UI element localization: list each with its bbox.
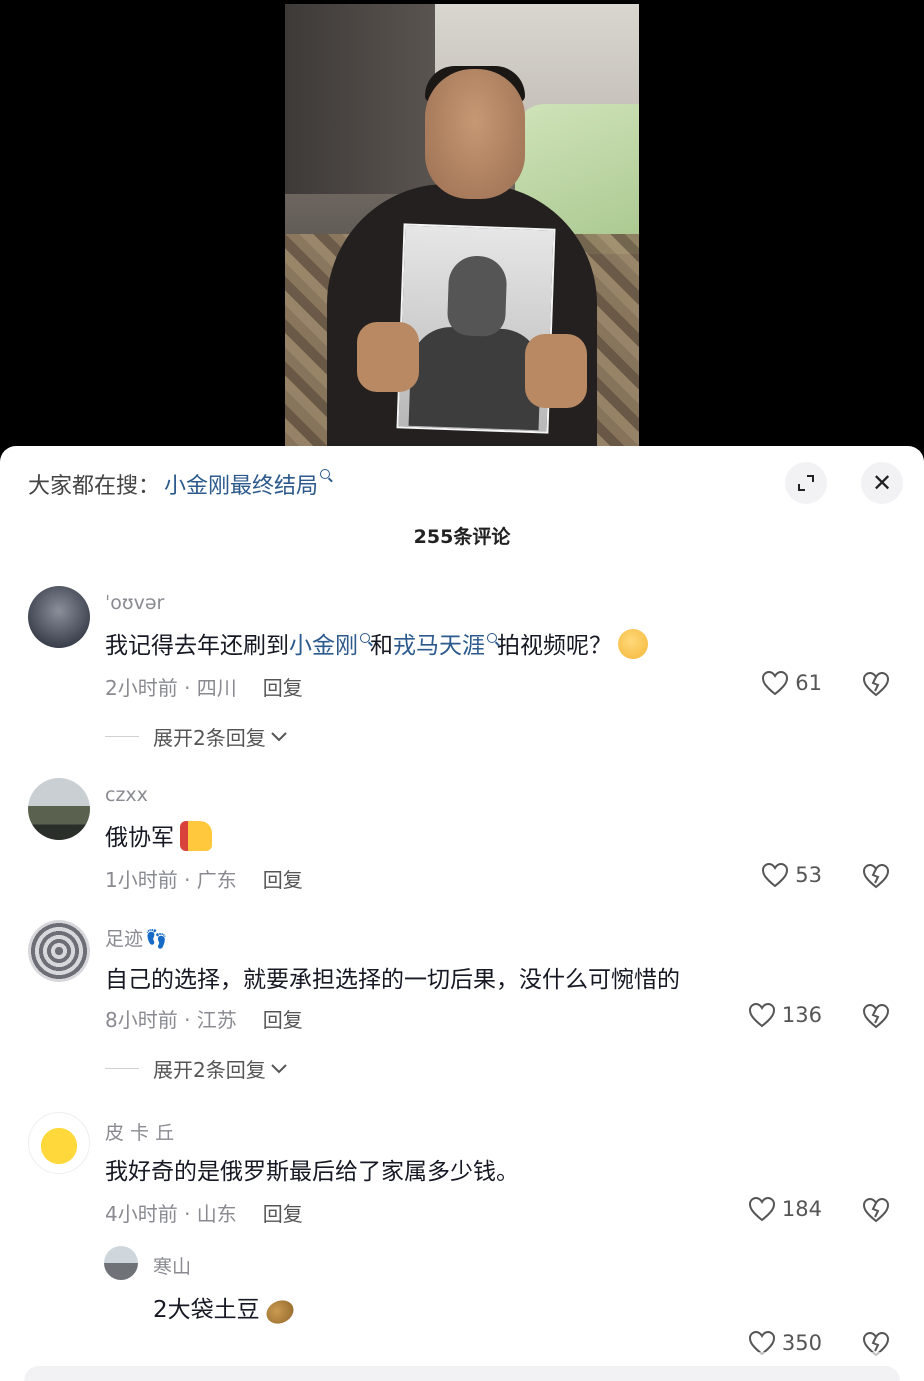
dislike-icon[interactable]	[862, 862, 890, 890]
expand-replies-button[interactable]: 展开2条回复	[105, 722, 288, 751]
close-button[interactable]: ✕	[861, 462, 903, 504]
video-player[interactable]	[0, 0, 924, 460]
expand-replies-button[interactable]: 展开2条回复	[105, 1054, 288, 1083]
comment-meta: 1小时前 · 广东 回复	[105, 868, 303, 892]
avatar[interactable]	[104, 1246, 138, 1280]
footprints-emoji-icon: 👣	[145, 929, 168, 950]
comment-input-bar[interactable]	[24, 1366, 900, 1381]
comment-text: 我好奇的是俄罗斯最后给了家属多少钱。	[105, 1159, 519, 1185]
comment-meta: 8小时前 · 江苏 回复	[105, 1008, 303, 1032]
topic-link[interactable]: 小金刚	[289, 633, 358, 659]
avatar[interactable]	[28, 920, 90, 982]
like-button[interactable]: 184	[748, 1196, 822, 1222]
comment-meta: 4小时前 · 山东 回复	[105, 1202, 303, 1226]
like-button[interactable]: 136	[748, 1002, 822, 1028]
expand-icon	[798, 475, 814, 491]
search-icon	[360, 633, 370, 643]
topic-link[interactable]: 戎马天涯	[393, 633, 485, 659]
like-count: 184	[781, 1197, 822, 1221]
chevron-down-icon	[271, 731, 287, 741]
heart-icon	[762, 862, 789, 888]
reply-button[interactable]: 回复	[263, 1008, 303, 1032]
comment-username[interactable]: ˈoʊvər	[105, 592, 164, 614]
dislike-icon[interactable]	[862, 1002, 890, 1030]
comment-count: 255条评论	[413, 526, 511, 548]
like-count: 61	[795, 671, 822, 695]
heart-icon	[748, 1002, 775, 1028]
heart-icon	[762, 670, 789, 696]
search-suggestion-link[interactable]: 小金刚最终结局	[164, 468, 318, 500]
reply-username[interactable]: 寒山	[153, 1252, 191, 1279]
dislike-icon[interactable]	[862, 670, 890, 698]
like-count: 53	[795, 863, 822, 887]
video-thumbnail	[285, 4, 639, 446]
comment-meta: 2小时前 · 四川 回复	[105, 676, 303, 700]
chevron-down-icon	[271, 1063, 287, 1073]
reply-button[interactable]: 回复	[263, 1202, 303, 1226]
reply-text: 2大袋土豆	[153, 1290, 297, 1328]
like-count: 136	[781, 1003, 822, 1027]
divider	[105, 1068, 139, 1069]
reply-button[interactable]: 回复	[263, 868, 303, 892]
comment-text: 俄协军	[105, 818, 212, 852]
smirk-emoji-icon	[618, 629, 648, 659]
search-icon	[487, 633, 497, 643]
close-icon: ✕	[871, 469, 893, 497]
thumbs-up-emoji-icon	[180, 821, 212, 851]
avatar[interactable]	[28, 1112, 90, 1174]
reply-button[interactable]: 回复	[263, 676, 303, 700]
avatar[interactable]	[28, 778, 90, 840]
like-button[interactable]: 61	[761, 670, 822, 696]
like-button[interactable]: 53	[761, 862, 822, 888]
search-icon	[320, 469, 331, 479]
heart-icon	[748, 1196, 775, 1222]
comment-username[interactable]: 皮 卡 丘	[105, 1118, 174, 1145]
comment-username[interactable]: 足迹 👣	[105, 924, 167, 951]
comment-text: 自己的选择，就要承担选择的一切后果，没什么可惋惜的	[105, 967, 680, 993]
comment-username[interactable]: czxx	[105, 784, 148, 806]
potato-emoji-icon	[262, 1296, 297, 1328]
avatar[interactable]	[28, 586, 90, 648]
search-suggestion-prefix: 大家都在搜：	[28, 474, 161, 499]
dislike-icon[interactable]	[862, 1196, 890, 1224]
search-suggestion[interactable]: 大家都在搜： 小金刚最终结局	[28, 468, 331, 500]
comment-sheet: 大家都在搜： 小金刚最终结局 ✕ 255条评论 ˈoʊvər 我记得去年还刷到小…	[0, 446, 924, 1381]
comment-text: 我记得去年还刷到小金刚 和戎马天涯 拍视频呢？	[105, 626, 648, 660]
expand-button[interactable]	[785, 462, 827, 504]
divider	[105, 736, 139, 737]
